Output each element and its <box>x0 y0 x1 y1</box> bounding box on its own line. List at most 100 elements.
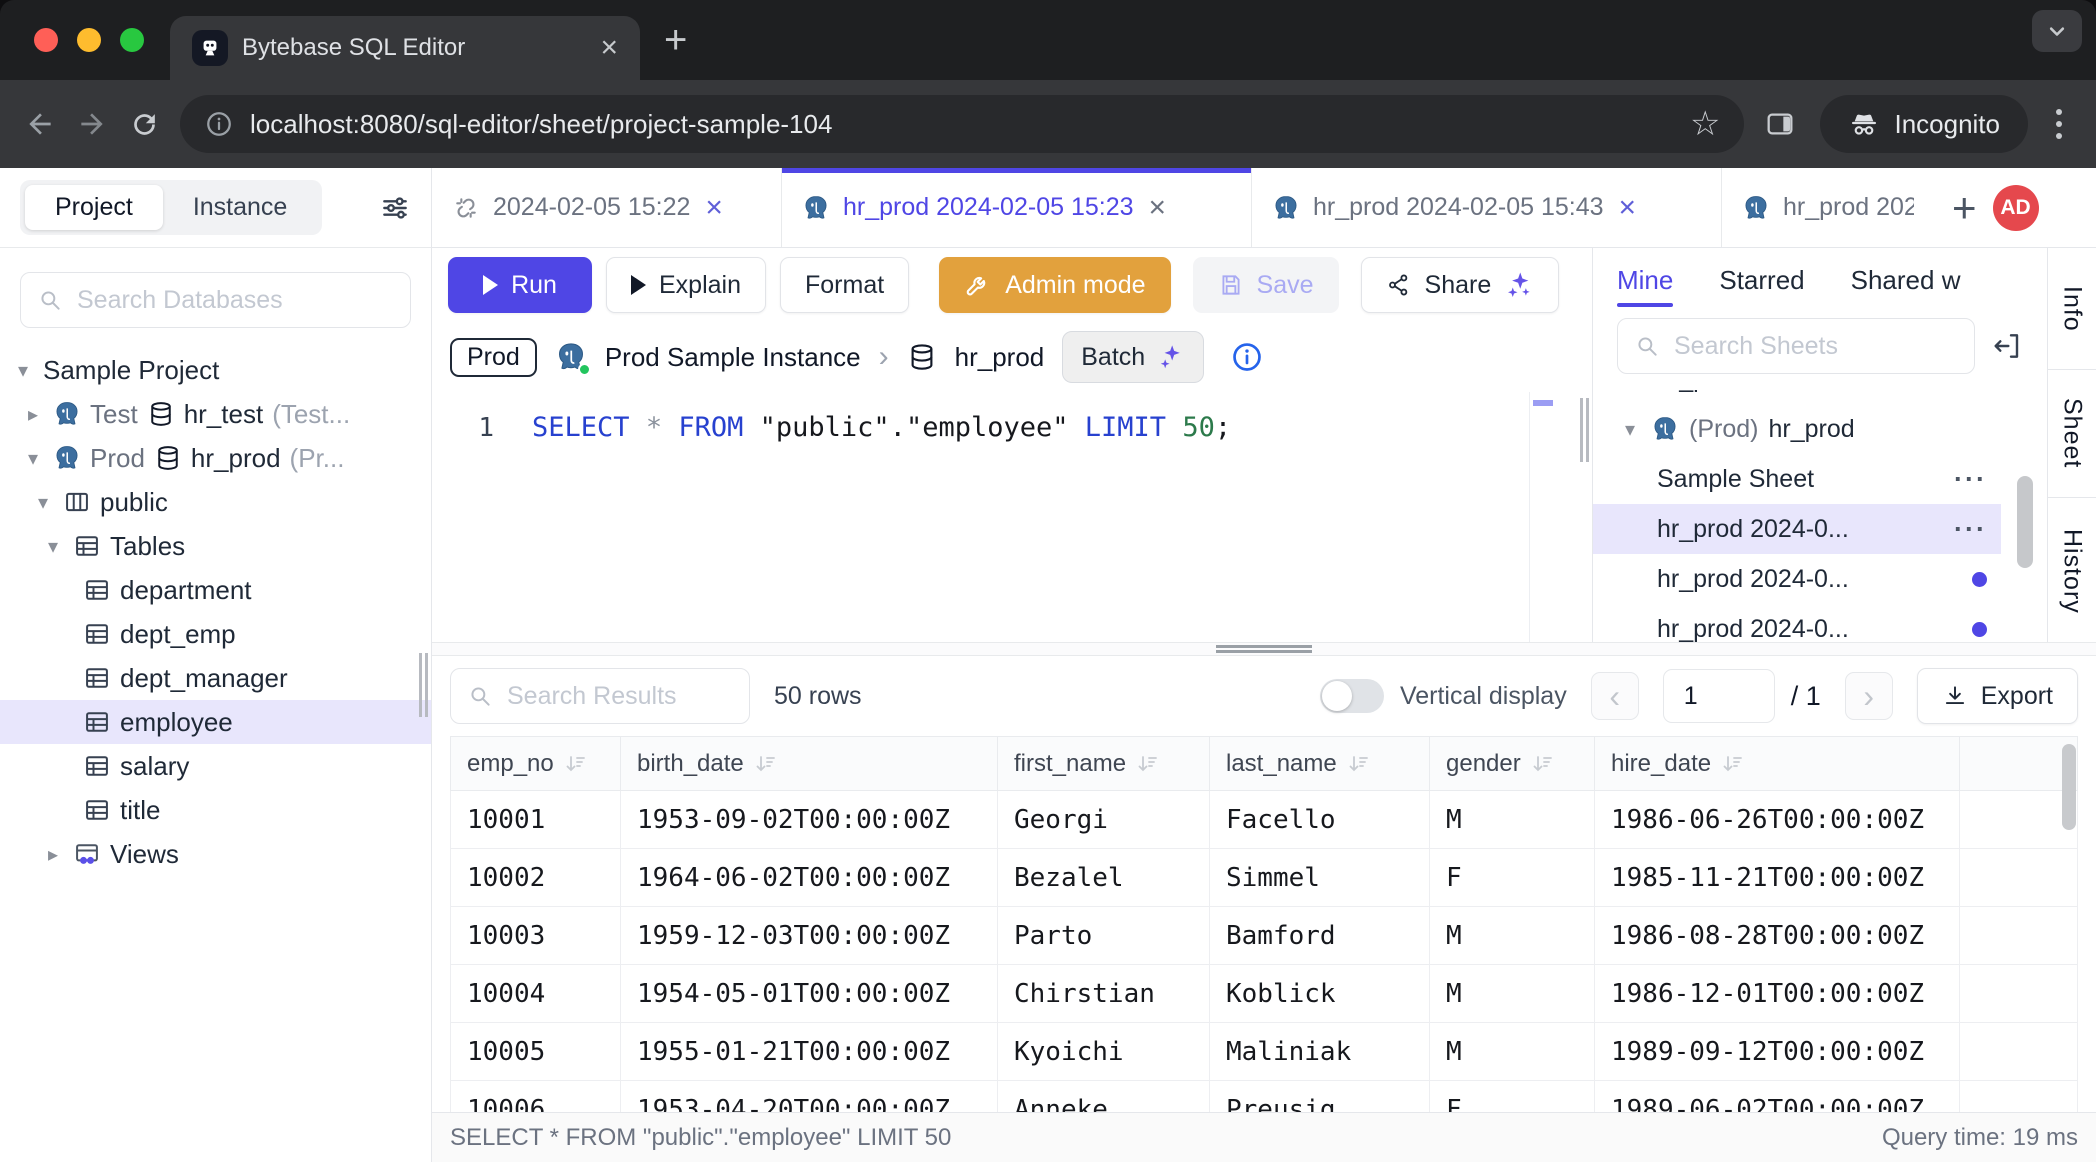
column-header-gender[interactable]: gender <box>1430 737 1595 791</box>
cell-emp_no[interactable]: 10002 <box>451 849 621 907</box>
cell-birth_date[interactable]: 1959-12-03T00:00:00Z <box>621 907 998 965</box>
database-name[interactable]: hr_prod <box>955 342 1045 373</box>
cell-last_name[interactable]: Koblick <box>1210 965 1430 1023</box>
caret-right-icon[interactable]: ▸ <box>22 402 44 427</box>
sheet-menu-icon[interactable]: ··· <box>1954 464 1987 495</box>
tree-item-hr-prod[interactable]: ▾Prodhr_prod(Pr... <box>0 436 431 480</box>
tree-item-sample-project[interactable]: ▾Sample Project <box>0 348 431 392</box>
cell-emp_no[interactable]: 10006 <box>451 1081 621 1113</box>
run-button[interactable]: Run <box>448 257 592 313</box>
toggle-knob[interactable] <box>1322 681 1352 711</box>
worksheet-tab[interactable]: 2024-02-05 15:22× <box>432 168 782 247</box>
close-window-button[interactable] <box>34 28 58 52</box>
cell-first_name[interactable]: Bezalel <box>998 849 1210 907</box>
reload-icon[interactable] <box>118 98 170 150</box>
cell-last_name[interactable]: Preusig <box>1210 1081 1430 1113</box>
tab-project[interactable]: Project <box>25 185 163 230</box>
tab-instance[interactable]: Instance <box>163 185 318 230</box>
rail-tab-info[interactable]: Info <box>2048 248 2096 370</box>
table-row[interactable]: 100051955-01-21T00:00:00ZKyoichiMaliniak… <box>451 1023 2078 1081</box>
url-text[interactable]: localhost:8080/sql-editor/sheet/project-… <box>250 109 1674 140</box>
cell-gender[interactable]: M <box>1430 907 1595 965</box>
table-row[interactable]: 100061953-04-20T00:00:00ZAnnekePreusigF1… <box>451 1081 2078 1113</box>
sheet-list-scrollbar[interactable] <box>2017 476 2033 568</box>
browser-menu-icon[interactable] <box>2036 109 2082 139</box>
tree-item-employee[interactable]: employee <box>0 700 431 744</box>
cell-emp_no[interactable]: 10004 <box>451 965 621 1023</box>
results-resize-divider[interactable] <box>432 642 2096 656</box>
worksheet-tab[interactable]: hr_prod 2024-02-05 15:43× <box>1252 168 1722 247</box>
sort-icon[interactable] <box>1136 752 1160 776</box>
tree-item-public[interactable]: ▾public <box>0 480 431 524</box>
new-worksheet-button[interactable]: + <box>1952 187 1977 229</box>
browser-tab[interactable]: Bytebase SQL Editor × <box>170 16 640 80</box>
sort-icon[interactable] <box>1531 752 1555 776</box>
user-avatar[interactable]: AD <box>1993 185 2039 231</box>
table-row[interactable]: 100041954-05-01T00:00:00ZChirstianKoblic… <box>451 965 2078 1023</box>
sheet-item-clipped[interactable]: hr_prod 2024-0... <box>1593 390 2001 404</box>
site-info-icon[interactable] <box>204 109 234 139</box>
column-header-last_name[interactable]: last_name <box>1210 737 1430 791</box>
tree-item-department[interactable]: department <box>0 568 431 612</box>
sort-icon[interactable] <box>564 752 588 776</box>
tab-search-chevron-button[interactable] <box>2032 10 2082 52</box>
tree-item-dept-emp[interactable]: dept_emp <box>0 612 431 656</box>
caret-down-icon[interactable]: ▾ <box>12 358 34 383</box>
sheet-group-header[interactable]: ▾(Prod)hr_prod <box>1593 404 2047 454</box>
sheets-tab-shared-w[interactable]: Shared w <box>1851 248 1961 312</box>
sort-icon[interactable] <box>1721 752 1745 776</box>
cell-hire_date[interactable]: 1986-06-26T00:00:00Z <box>1595 791 1960 849</box>
table-row[interactable]: 100031959-12-03T00:00:00ZPartoBamfordM19… <box>451 907 2078 965</box>
cell-first_name[interactable]: Chirstian <box>998 965 1210 1023</box>
cell-hire_date[interactable]: 1989-09-12T00:00:00Z <box>1595 1023 1960 1081</box>
cell-gender[interactable]: M <box>1430 791 1595 849</box>
sheet-item[interactable]: hr_prod 2024-0...··· <box>1593 504 2001 554</box>
sheet-search-box[interactable] <box>1617 318 1975 374</box>
column-header-emp_no[interactable]: emp_no <box>451 737 621 791</box>
sort-icon[interactable] <box>754 752 778 776</box>
sql-statement[interactable]: SELECT * FROM "public"."employee" LIMIT … <box>532 392 1231 642</box>
table-row[interactable]: 100011953-09-02T00:00:00ZGeorgiFacelloM1… <box>451 791 2078 849</box>
cell-birth_date[interactable]: 1954-05-01T00:00:00Z <box>621 965 998 1023</box>
cell-emp_no[interactable]: 10001 <box>451 791 621 849</box>
tree-item-salary[interactable]: salary <box>0 744 431 788</box>
divider-grip-icon[interactable] <box>1216 645 1312 653</box>
tree-item-dept-manager[interactable]: dept_manager <box>0 656 431 700</box>
new-browser-tab-button[interactable]: + <box>664 20 687 60</box>
rail-tab-sheet[interactable]: Sheet <box>2048 370 2096 498</box>
caret-down-icon[interactable]: ▾ <box>32 490 54 515</box>
sheets-tab-mine[interactable]: Mine <box>1617 248 1673 312</box>
cell-last_name[interactable]: Simmel <box>1210 849 1430 907</box>
search-databases-input[interactable] <box>75 285 394 316</box>
close-icon[interactable]: × <box>1619 193 1637 223</box>
address-bar[interactable]: localhost:8080/sql-editor/sheet/project-… <box>180 95 1744 153</box>
cell-last_name[interactable]: Bamford <box>1210 907 1430 965</box>
cell-hire_date[interactable]: 1985-11-21T00:00:00Z <box>1595 849 1960 907</box>
tree-item-views[interactable]: ▸Views <box>0 832 431 876</box>
cell-gender[interactable]: M <box>1430 1023 1595 1081</box>
sheet-item[interactable]: hr_prod 2024-0... <box>1593 554 2001 604</box>
save-button[interactable]: Save <box>1193 257 1339 313</box>
cell-hire_date[interactable]: 1989-06-02T00:00:00Z <box>1595 1081 1960 1113</box>
cell-hire_date[interactable]: 1986-12-01T00:00:00Z <box>1595 965 1960 1023</box>
caret-down-icon[interactable]: ▾ <box>1619 417 1641 442</box>
prev-page-button[interactable]: ‹ <box>1591 672 1639 720</box>
filter-sliders-icon[interactable] <box>379 192 411 224</box>
editor-minimap[interactable] <box>1529 392 1556 642</box>
search-results-input[interactable] <box>505 681 733 712</box>
browser-tab-close-icon[interactable]: × <box>600 33 618 63</box>
worksheet-tab[interactable]: hr_prod 2024-02-05 15:23× <box>782 168 1252 247</box>
cell-first_name[interactable]: Anneke <box>998 1081 1210 1113</box>
batch-button[interactable]: Batch <box>1062 331 1204 383</box>
sheet-menu-icon[interactable]: ··· <box>1954 514 1987 545</box>
page-number-input[interactable] <box>1663 669 1775 723</box>
back-icon[interactable] <box>14 98 66 150</box>
maximize-window-button[interactable] <box>120 28 144 52</box>
search-sheets-input[interactable] <box>1672 331 1958 362</box>
vertical-display-toggle[interactable] <box>1320 679 1384 713</box>
close-icon[interactable]: × <box>705 193 723 223</box>
table-scrollbar[interactable] <box>2062 744 2076 830</box>
rail-tab-history[interactable]: History <box>2048 498 2096 646</box>
editor-panel-resize-handle[interactable] <box>1580 398 1589 462</box>
cell-hire_date[interactable]: 1986-08-28T00:00:00Z <box>1595 907 1960 965</box>
